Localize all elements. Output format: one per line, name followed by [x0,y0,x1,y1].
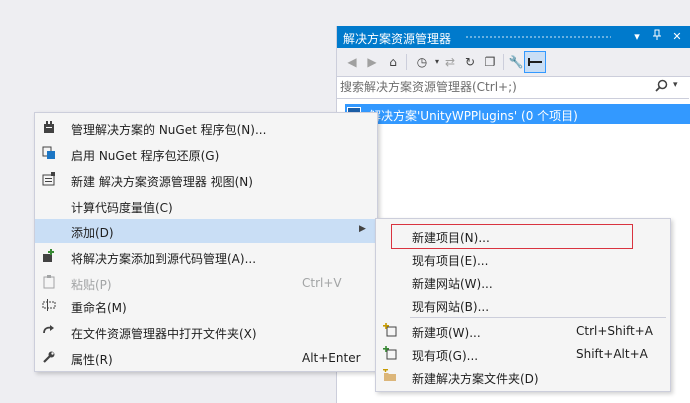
menu-item-label: 现有项目(E)... [412,254,489,268]
preview-selected-items-button[interactable] [524,51,546,73]
solution-context-menu: 管理解决方案的 NuGet 程序包(N)... 启用 NuGet 程序包还原(G… [34,112,378,372]
menu-item-label: 将解决方案添加到源代码管理(A)... [71,252,257,266]
home-icon[interactable]: ⌂ [384,53,402,71]
solution-explorer-titlebar: 解决方案资源管理器 ▾ ✕ [337,26,690,48]
menu-item-properties[interactable]: 属性(R) Alt+Enter [35,346,375,370]
submenu-item-new-solution-folder[interactable]: 新建解决方案文件夹(D) [376,365,668,389]
menu-item-shortcut: Alt+Enter [302,351,361,365]
submenu-arrow-icon: ▶ [359,224,366,234]
close-icon[interactable]: ✕ [669,29,685,45]
menu-item-manage-nuget[interactable]: 管理解决方案的 NuGet 程序包(N)... [35,116,375,140]
menu-item-label: 新建网站(W)... [412,277,493,291]
titlebar-grip[interactable] [465,35,611,40]
new-item-icon [382,323,398,339]
collapse-all-icon[interactable]: ❐ [481,53,499,71]
menu-item-label: 在文件资源管理器中打开文件夹(X) [71,327,257,341]
forward-icon[interactable]: ▶ [363,53,381,71]
submenu-item-existing-item[interactable]: 现有项(G)... Shift+Alt+A [376,342,668,366]
menu-item-shortcut: Ctrl+V [302,276,342,290]
menu-item-shortcut: Ctrl+Shift+A [576,324,653,338]
toolbar-separator [503,54,504,70]
menu-item-new-explorer-view[interactable]: 新建 解决方案资源管理器 视图(N) [35,168,375,192]
add-submenu: 新建项目(N)... 现有项目(E)... 新建网站(W)... 现有网站(B)… [375,218,671,392]
back-icon[interactable]: ◀ [343,53,361,71]
menu-item-open-in-file-explorer[interactable]: 在文件资源管理器中打开文件夹(X) [35,320,375,344]
refresh-icon[interactable]: ↻ [461,53,479,71]
search-input[interactable] [340,79,650,95]
menu-item-paste[interactable]: 粘贴(P) Ctrl+V [35,271,375,295]
package-restore-icon [41,146,57,162]
menu-item-label: 添加(D) [71,226,114,240]
menu-item-label: 属性(R) [71,353,113,367]
solution-explorer-toolbar: ◀ ▶ ⌂ ◷ ▾ ⇄ ↻ ❐ 🔧 [337,48,690,77]
menu-item-label: 启用 NuGet 程序包还原(G) [71,149,220,163]
menu-item-enable-package-restore[interactable]: 启用 NuGet 程序包还原(G) [35,142,375,166]
menu-item-shortcut: Shift+Alt+A [576,347,648,361]
menu-item-calculate-metrics[interactable]: 计算代码度量值(C) [35,194,375,218]
new-view-icon [41,172,57,188]
menu-item-label: 新建项(W)... [412,326,481,340]
menu-item-add-to-source-control[interactable]: 将解决方案添加到源代码管理(A)... [35,245,375,269]
menu-item-label: 现有网站(B)... [412,300,490,314]
submenu-item-existing-project[interactable]: 现有项目(E)... [376,247,668,271]
solution-folder-icon [382,368,398,385]
properties-wrench-icon[interactable]: 🔧 [507,53,525,71]
nuget-package-icon [41,120,57,136]
open-folder-icon [41,324,57,340]
submenu-item-new-item[interactable]: 新建项(W)... Ctrl+Shift+A [376,319,668,343]
submenu-item-existing-website[interactable]: 现有网站(B)... [376,293,668,317]
solution-tree-node[interactable]: 解决方案'UnityWPPlugins' (0 个项目) [345,104,690,124]
menu-item-label: 新建项目(N)... [412,231,490,245]
solution-label: 解决方案'UnityWPPlugins' (0 个项目) [369,109,578,123]
toolbar-separator [406,54,407,70]
menu-separator [410,317,666,318]
search-icon[interactable] [655,79,668,96]
paste-icon [41,275,57,291]
menu-item-label: 现有项(G)... [412,349,479,363]
submenu-item-new-project[interactable]: 新建项目(N)... [376,224,668,248]
pin-icon[interactable] [649,29,665,45]
sync-icon[interactable]: ⇄ [441,53,459,71]
menu-item-label: 粘贴(P) [71,278,112,292]
search-options-dropdown-icon[interactable]: ▾ [673,80,678,90]
menu-item-label: 计算代码度量值(C) [71,201,173,215]
source-control-icon [41,249,57,265]
menu-item-label: 新建 解决方案资源管理器 视图(N) [71,175,253,189]
panel-title: 解决方案资源管理器 [343,32,452,46]
window-position-dropdown-icon[interactable]: ▾ [629,29,645,45]
menu-item-rename[interactable]: 重命名(M) [35,294,375,318]
menu-item-add[interactable]: 添加(D) ▶ [35,219,375,243]
menu-item-label: 管理解决方案的 NuGet 程序包(N)... [71,123,267,137]
solution-explorer-search: ▾ [337,77,689,99]
menu-item-label: 新建解决方案文件夹(D) [412,372,539,386]
rename-icon [41,298,57,314]
menu-item-label: 重命名(M) [71,301,127,315]
wrench-icon [41,350,57,366]
existing-item-icon [382,346,398,362]
submenu-item-new-website[interactable]: 新建网站(W)... [376,270,668,294]
